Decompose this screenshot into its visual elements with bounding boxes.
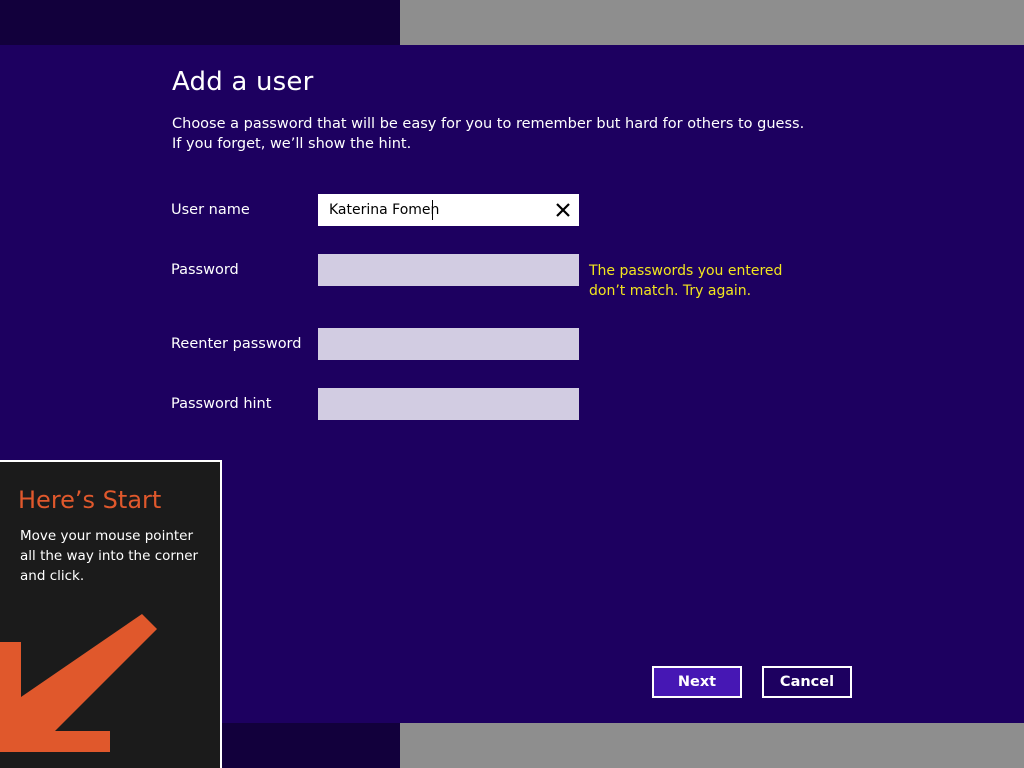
start-tip-panel: Here’s Start Move your mouse pointer all… xyxy=(0,460,222,768)
dialog-title: Add a user xyxy=(172,67,314,97)
password-label: Password xyxy=(171,262,239,278)
start-tip-title: Here’s Start xyxy=(18,486,162,514)
background-top-left xyxy=(0,0,400,45)
password-error-message: The passwords you entered don’t match. T… xyxy=(589,263,783,299)
password-field[interactable] xyxy=(318,254,579,286)
next-button[interactable]: Next xyxy=(652,666,742,698)
cancel-button[interactable]: Cancel xyxy=(762,666,852,698)
username-field[interactable] xyxy=(318,194,579,226)
password-hint-field[interactable] xyxy=(318,388,579,420)
text-caret xyxy=(432,200,433,220)
close-icon xyxy=(556,203,570,217)
reenter-password-field[interactable] xyxy=(318,328,579,360)
reenter-password-label: Reenter password xyxy=(171,336,302,352)
username-label: User name xyxy=(171,202,250,218)
password-hint-label: Password hint xyxy=(171,396,272,412)
background-bottom-right xyxy=(400,723,1024,768)
dialog-description: Choose a password that will be easy for … xyxy=(172,116,805,152)
clear-username-button[interactable] xyxy=(551,198,575,222)
arrow-down-left-icon xyxy=(0,614,157,752)
start-tip-body: Move your mouse pointer all the way into… xyxy=(20,528,199,584)
background-top-right xyxy=(400,0,1024,45)
screen: Add a user Choose a password that will b… xyxy=(0,0,1024,768)
